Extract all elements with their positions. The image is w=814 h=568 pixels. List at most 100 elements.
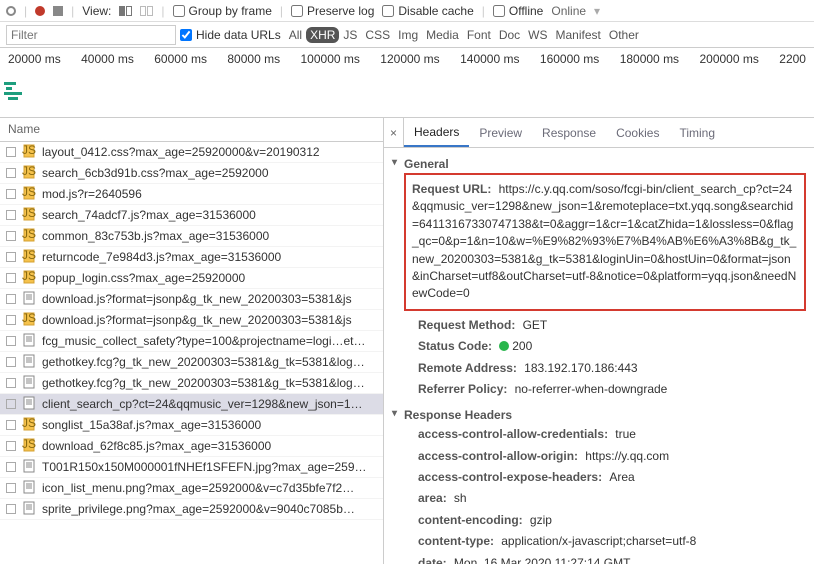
file-type-icon: JS: [22, 312, 36, 329]
request-name: mod.js?r=2640596: [42, 187, 142, 201]
request-name: icon_list_menu.png?max_age=2592000&v=c7d…: [42, 481, 354, 495]
tab-cookies[interactable]: Cookies: [606, 118, 669, 147]
close-icon[interactable]: ×: [384, 118, 404, 147]
request-name: download.js?format=jsonp&g_tk_new_202003…: [42, 313, 352, 327]
response-header-value: gzip: [530, 513, 552, 527]
row-select-checkbox[interactable]: [6, 231, 16, 241]
request-row[interactable]: JSreturncode_7e984d3.js?max_age=31536000: [0, 247, 383, 268]
request-row[interactable]: JS download.js?format=jsonp&g_tk_new_2020…: [0, 310, 383, 331]
filter-type-all[interactable]: All: [285, 27, 306, 43]
request-row[interactable]: sprite_privilege.png?max_age=2592000&v=9…: [0, 499, 383, 520]
offline-checkbox[interactable]: Offline: [493, 4, 543, 18]
svg-text:JS: JS: [22, 438, 36, 451]
disable-cache-checkbox[interactable]: Disable cache: [382, 4, 473, 18]
clear-icon[interactable]: [53, 6, 63, 16]
record-icon[interactable]: [35, 6, 45, 16]
tab-preview[interactable]: Preview: [469, 118, 532, 147]
svg-text:JS: JS: [22, 144, 36, 157]
timeline-overview[interactable]: 20000 ms40000 ms60000 ms80000 ms100000 m…: [0, 48, 814, 118]
request-row[interactable]: T001R150x150M000001fNHEf1SFEFN.jpg?max_a…: [0, 457, 383, 478]
response-header-row: access-control-allow-credentials: true: [404, 424, 806, 445]
request-row[interactable]: icon_list_menu.png?max_age=2592000&v=c7d…: [0, 478, 383, 499]
preserve-log-checkbox[interactable]: Preserve log: [291, 4, 374, 18]
row-select-checkbox[interactable]: [6, 420, 16, 430]
file-type-icon: [22, 396, 36, 413]
response-header-value: application/x-javascript;charset=utf-8: [501, 534, 696, 548]
group-by-frame-checkbox[interactable]: Group by frame: [173, 4, 272, 18]
filter-type-xhr[interactable]: XHR: [306, 27, 339, 43]
request-name: gethotkey.fcg?g_tk_new_20200303=5381&g_t…: [42, 376, 365, 390]
request-row[interactable]: download.js?format=jsonp&g_tk_new_202003…: [0, 289, 383, 310]
request-row[interactable]: fcg_music_collect_safety?type=100&projec…: [0, 331, 383, 352]
request-url-value: https://c.y.qq.com/soso/fcgi-bin/client_…: [412, 182, 796, 300]
request-row[interactable]: JScommon_83c753b.js?max_age=31536000: [0, 226, 383, 247]
general-section[interactable]: General: [404, 155, 806, 173]
filter-type-doc[interactable]: Doc: [495, 27, 524, 43]
row-select-checkbox[interactable]: [6, 336, 16, 346]
request-name: search_74adcf7.js?max_age=31536000: [42, 208, 256, 222]
filter-type-media[interactable]: Media: [422, 27, 463, 43]
row-select-checkbox[interactable]: [6, 147, 16, 157]
hide-urls-checkbox[interactable]: Hide data URLs: [180, 28, 281, 42]
request-name: download_62f8c85.js?max_age=31536000: [42, 439, 271, 453]
row-select-checkbox[interactable]: [6, 504, 16, 514]
request-row[interactable]: JS search_74adcf7.js?max_age=31536000: [0, 205, 383, 226]
status-code-value: 200: [512, 339, 532, 353]
row-select-checkbox[interactable]: [6, 462, 16, 472]
row-select-checkbox[interactable]: [6, 168, 16, 178]
row-select-checkbox[interactable]: [6, 357, 16, 367]
row-select-checkbox[interactable]: [6, 210, 16, 220]
svg-text:JS: JS: [22, 207, 36, 220]
request-row[interactable]: JSsearch_6cb3d91b.css?max_age=2592000: [0, 163, 383, 184]
request-row[interactable]: client_search_cp?ct=24&qqmusic_ver=1298&…: [0, 394, 383, 415]
request-row[interactable]: JS download_62f8c85.js?max_age=31536000: [0, 436, 383, 457]
row-select-checkbox[interactable]: [6, 273, 16, 283]
response-header-value: Mon, 16 Mar 2020 11:27:14 GMT: [454, 556, 631, 564]
request-row[interactable]: JSmod.js?r=2640596: [0, 184, 383, 205]
response-headers-section[interactable]: Response Headers: [404, 406, 806, 424]
timeline-tick: 80000 ms: [227, 52, 280, 66]
tab-headers[interactable]: Headers: [404, 118, 469, 147]
referrer-policy-value: no-referrer-when-downgrade: [515, 382, 668, 396]
row-select-checkbox[interactable]: [6, 483, 16, 493]
filter-input[interactable]: [6, 25, 176, 45]
row-select-checkbox[interactable]: [6, 294, 16, 304]
filter-type-manifest[interactable]: Manifest: [552, 27, 605, 43]
response-header-row: access-control-allow-origin: https://y.q…: [404, 446, 806, 467]
request-row[interactable]: JS songlist_15a38af.js?max_age=31536000: [0, 415, 383, 436]
file-type-icon: JS: [22, 417, 36, 434]
request-row[interactable]: JSlayout_0412.css?max_age=25920000&v=201…: [0, 142, 383, 163]
filter-type-css[interactable]: CSS: [361, 27, 394, 43]
response-header-value: sh: [454, 491, 467, 505]
request-row[interactable]: JSpopup_login.css?max_age=25920000: [0, 268, 383, 289]
request-row[interactable]: gethotkey.fcg?g_tk_new_20200303=5381&g_t…: [0, 352, 383, 373]
row-select-checkbox[interactable]: [6, 315, 16, 325]
top-toolbar: | | View: | Group by frame | Preserve lo…: [0, 0, 814, 22]
filter-type-font[interactable]: Font: [463, 27, 495, 43]
name-column-header[interactable]: Name: [0, 118, 383, 142]
record-outline-icon[interactable]: [6, 6, 16, 16]
request-name: gethotkey.fcg?g_tk_new_20200303=5381&g_t…: [42, 355, 365, 369]
file-type-icon: JS: [22, 207, 36, 224]
filter-type-img[interactable]: Img: [394, 27, 422, 43]
file-type-icon: JS: [22, 144, 36, 161]
row-select-checkbox[interactable]: [6, 189, 16, 199]
timeline-tick: 200000 ms: [699, 52, 758, 66]
tab-timing[interactable]: Timing: [669, 118, 725, 147]
row-select-checkbox[interactable]: [6, 399, 16, 409]
tab-response[interactable]: Response: [532, 118, 606, 147]
filter-type-js[interactable]: JS: [339, 27, 361, 43]
row-select-checkbox[interactable]: [6, 378, 16, 388]
row-select-checkbox[interactable]: [6, 441, 16, 451]
request-name: songlist_15a38af.js?max_age=31536000: [42, 418, 261, 432]
file-type-icon: [22, 375, 36, 392]
request-row[interactable]: gethotkey.fcg?g_tk_new_20200303=5381&g_t…: [0, 373, 383, 394]
filter-type-ws[interactable]: WS: [524, 27, 551, 43]
row-select-checkbox[interactable]: [6, 252, 16, 262]
response-header-row: content-type: application/x-javascript;c…: [404, 531, 806, 552]
file-type-icon: JS: [22, 228, 36, 245]
chevron-down-icon: ▾: [594, 4, 600, 18]
online-select[interactable]: Online: [551, 4, 586, 18]
svg-text:JS: JS: [22, 165, 36, 178]
filter-type-other[interactable]: Other: [605, 27, 643, 43]
